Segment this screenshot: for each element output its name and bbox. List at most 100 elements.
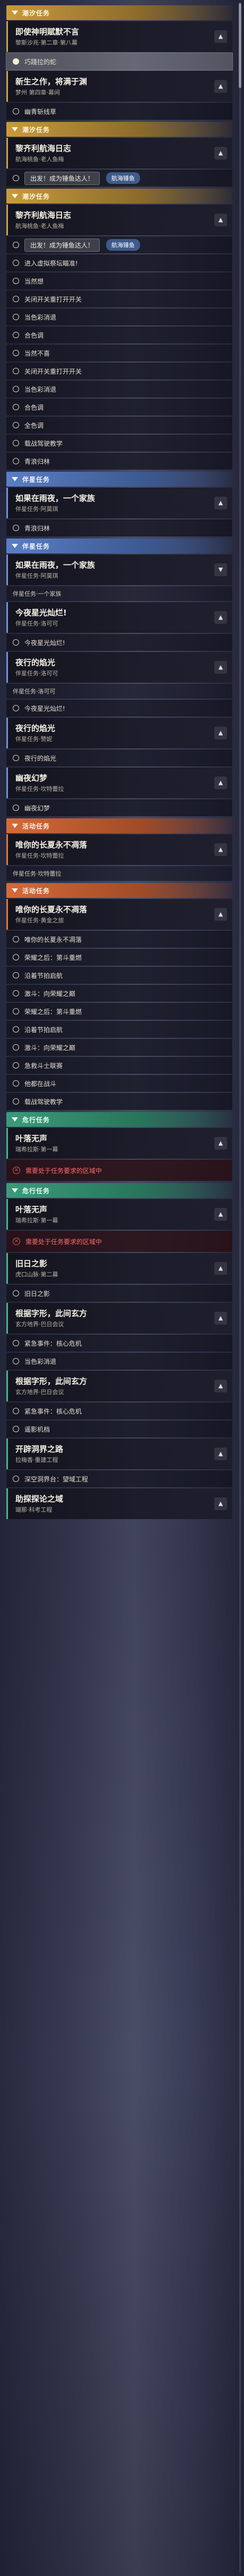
quest-step[interactable]: 夜行的焰光: [6, 749, 232, 766]
quest-step[interactable]: 载战驾驶教学: [6, 435, 232, 452]
quest-card[interactable]: 开辟洞界之路 拉梅香·重建工程: [6, 1439, 232, 1469]
quest-card[interactable]: 唯你的长夏永不凋落 伴星任务·坎特蕾拉: [6, 834, 232, 865]
quest-step[interactable]: 幽夜幻梦: [6, 799, 232, 816]
chevron-up-icon[interactable]: [214, 611, 227, 624]
quest-category-header[interactable]: 危行任务: [6, 1112, 232, 1127]
quest-step[interactable]: 激斗：向荣耀之巅: [6, 1039, 232, 1056]
chevron-up-icon[interactable]: [214, 30, 227, 43]
quest-step[interactable]: 旧日之影: [6, 1285, 232, 1302]
quest-card[interactable]: 新生之作，将满于渊 梦州 第四章·幕间: [6, 71, 232, 102]
quest-card[interactable]: 即使神明賦默不言 黎斯沙兆·第二章·第八幕: [6, 21, 232, 52]
quest-step[interactable]: 荣耀之后：第斗重燃: [6, 949, 232, 966]
chevron-up-icon[interactable]: [214, 1380, 227, 1392]
chevron-up-icon[interactable]: [214, 727, 227, 739]
quest-step[interactable]: 深空洞界台：望域工程: [6, 1470, 232, 1487]
quest-step[interactable]: 进入虚拟祭坛瞄准!: [6, 254, 232, 271]
quest-step[interactable]: 当然想: [6, 272, 232, 289]
quest-category-header[interactable]: 伴星任务: [6, 472, 232, 487]
chevron-up-icon[interactable]: [214, 214, 227, 226]
quest-step[interactable]: 荣耀之后：第斗重燃: [6, 1003, 232, 1020]
quest-step[interactable]: 巧踐拉的蛇: [6, 52, 233, 70]
quest-step[interactable]: 当色彩消退: [6, 1353, 232, 1370]
quest-tag[interactable]: 航海锤鱼: [106, 172, 141, 184]
chevron-up-icon[interactable]: [214, 1208, 227, 1221]
quest-step[interactable]: 急救斗士联赛: [6, 1057, 232, 1074]
quest-category-header[interactable]: 潮汐任务: [6, 122, 232, 137]
scrollbar-thumb[interactable]: [239, 3, 241, 88]
chevron-down-icon[interactable]: [214, 563, 227, 576]
quest-card[interactable]: 如果在雨夜，一个家族 伴星任务·阿莫琪: [6, 488, 232, 518]
quest-card[interactable]: 夜行的焰光 伴星任务·赞妮: [6, 718, 232, 748]
quest-title: 如果在雨夜，一个家族: [15, 560, 95, 570]
quest-card[interactable]: 今夜星光灿烂! 伴星任务·洛可可: [6, 602, 232, 633]
quest-step[interactable]: 紧急事件：核心危机: [6, 1402, 232, 1419]
quest-step[interactable]: 今夜星光灿烂!: [6, 634, 232, 651]
quest-category-header[interactable]: 潮汐任务: [6, 5, 232, 20]
quest-tag[interactable]: 航海锤鱼: [106, 239, 141, 251]
quest-step[interactable]: 今夜星光灿烂!: [6, 700, 232, 717]
quest-card[interactable]: 幽夜幻梦 伴星任务·坎特蕾拉: [6, 767, 232, 798]
scrollbar-track[interactable]: [239, 2, 241, 2573]
quest-card[interactable]: 根据字形，此间玄方 玄方地界·巴日会议: [6, 1371, 232, 1401]
chevron-up-icon[interactable]: [214, 777, 227, 789]
quest-step[interactable]: 全色调: [6, 417, 232, 434]
quest-title: 唯你的长夏永不凋落: [15, 840, 88, 850]
category-triangle-icon: [12, 888, 18, 893]
quest-step[interactable]: 合色调: [6, 399, 232, 416]
chevron-up-icon[interactable]: [214, 1137, 227, 1150]
quest-card[interactable]: 夜行的焰光 伴星任务·洛可可: [6, 652, 232, 683]
chevron-up-icon[interactable]: [214, 1448, 227, 1460]
quest-category-header[interactable]: 危行任务: [6, 1183, 232, 1198]
quest-step[interactable]: 青浪归林: [6, 519, 232, 536]
quest-card[interactable]: 根据字形，此间玄方 玄方地界·巴日会议: [6, 1303, 232, 1334]
quest-step[interactable]: 当色彩消退: [6, 308, 232, 325]
quest-subtitle: 伴星任务·洛可可: [15, 620, 58, 627]
chevron-up-icon[interactable]: [214, 843, 227, 856]
quest-step[interactable]: 唯你的长夏永不凋落: [6, 931, 232, 948]
go-button[interactable]: 出发！成为锤鱼达人！: [24, 171, 100, 185]
chevron-up-icon[interactable]: [214, 147, 227, 160]
quest-card[interactable]: 叶落无声 瑞希拉斯·第一幕: [6, 1128, 232, 1159]
quest-step[interactable]: 当然不喜: [6, 345, 232, 361]
chevron-up-icon[interactable]: [214, 1262, 227, 1275]
go-button[interactable]: 出发！成为锤鱼达人！: [24, 238, 100, 252]
quest-step-label: 当色彩消退: [24, 313, 57, 321]
quest-step[interactable]: 关闭开关重打开开关: [6, 363, 232, 380]
quest-step[interactable]: 紧急事件：核心危机: [6, 1335, 232, 1352]
chevron-up-icon[interactable]: [214, 80, 227, 93]
quest-card[interactable]: 助探探论之域 瑚那·科考工程: [6, 1488, 232, 1519]
quest-card[interactable]: 如果在雨夜，一个家族 伴星任务·阿莫琪: [6, 554, 232, 585]
quest-category-header[interactable]: 潮汐任务: [6, 189, 232, 204]
category-triangle-icon: [12, 1188, 18, 1193]
quest-card[interactable]: 黎齐利航海日志 航海桃鱼·老人鱼梅: [6, 205, 232, 235]
quest-category-header[interactable]: 活动任务: [6, 818, 232, 833]
quest-step[interactable]: 当色彩消退: [6, 381, 232, 398]
quest-step[interactable]: 关闭开关重打开开关: [6, 290, 232, 307]
quest-step[interactable]: 沿着节拍启航: [6, 1021, 232, 1038]
quest-step-warning[interactable]: × 需要处于任务要求的区域中: [6, 1231, 232, 1252]
quest-step[interactable]: 沿着节拍启航: [6, 967, 232, 984]
quest-note-text: 伴星任务·一个家族: [13, 590, 62, 597]
quest-step-warning[interactable]: × 需要处于任务要求的区域中: [6, 1160, 232, 1181]
quest-subtitle: 伴星任务·赞妮: [15, 736, 53, 743]
quest-category-header[interactable]: 伴星任务: [6, 539, 232, 553]
chevron-up-icon[interactable]: [214, 661, 227, 674]
quest-step[interactable]: 青浪归林: [6, 453, 232, 470]
chevron-up-icon[interactable]: [214, 1312, 227, 1325]
quest-card[interactable]: 唯你的长夏永不凋落 伴星任务·黄金之旅: [6, 899, 232, 930]
quest-card[interactable]: 旧日之影 虎口山脉·第二幕: [6, 1253, 232, 1284]
quest-step-label: 今夜星光灿烂!: [24, 704, 65, 712]
chevron-up-icon[interactable]: [214, 908, 227, 921]
quest-step[interactable]: 载战驾驶教学: [6, 1093, 232, 1110]
quest-step[interactable]: 幽青斩线草: [6, 103, 232, 120]
chevron-up-icon[interactable]: [214, 1497, 227, 1510]
quest-step[interactable]: 合色调: [6, 327, 232, 343]
quest-card[interactable]: 叶落无声 瑞希拉斯·第一幕: [6, 1199, 232, 1230]
chevron-up-icon[interactable]: [214, 497, 227, 509]
quest-card[interactable]: 黎齐利航海日志 航海桃鱼·老人鱼梅: [6, 138, 232, 169]
quest-step[interactable]: 激斗：向荣耀之巅: [6, 985, 232, 1002]
quest-category-header[interactable]: 活动任务: [6, 883, 232, 898]
quest-step[interactable]: 他都在战斗: [6, 1075, 232, 1092]
quest-step-action: 出发！成为锤鱼达人！ 航海锤鱼: [6, 236, 232, 253]
quest-step[interactable]: 遥影机档: [6, 1421, 232, 1437]
